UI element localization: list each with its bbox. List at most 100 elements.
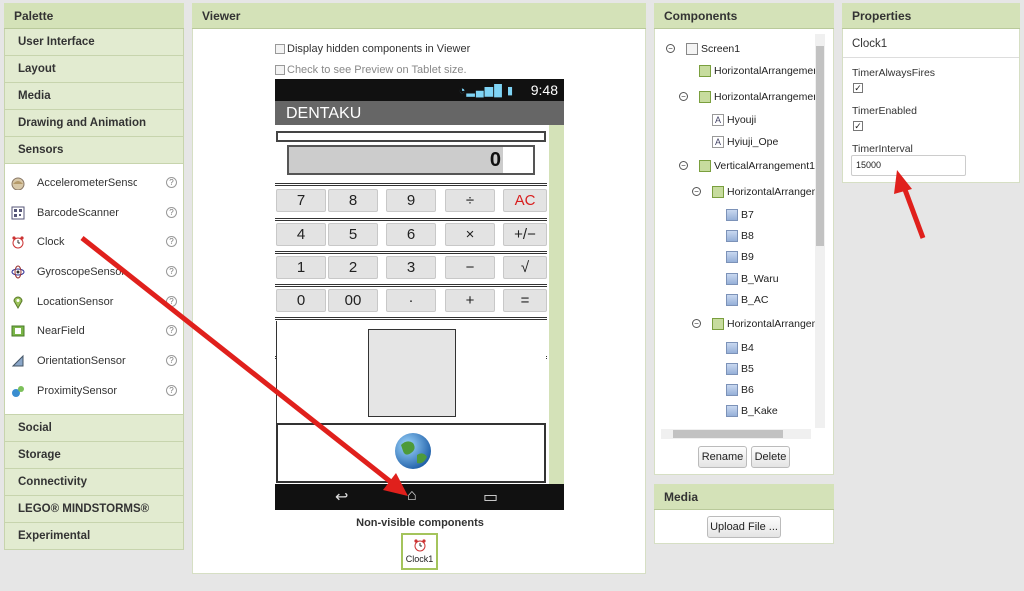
palette-item-clock[interactable]: Clock ? xyxy=(5,227,183,257)
home-icon[interactable]: ⌂ xyxy=(407,487,417,505)
key-3[interactable]: 3 xyxy=(386,256,436,279)
tree-item-b9[interactable]: B9 xyxy=(726,248,754,266)
tree-item-b7[interactable]: B7 xyxy=(726,206,754,224)
collapse-toggle[interactable]: − xyxy=(679,92,688,101)
help-icon[interactable]: ? xyxy=(166,325,177,337)
properties-panel: Properties Clock1 TimerAlwaysFires ✓ Tim… xyxy=(842,3,1020,183)
palette-item-proximity[interactable]: ProximitySensor ? xyxy=(5,376,183,406)
help-icon[interactable]: ? xyxy=(166,236,177,248)
key-0[interactable]: 0 xyxy=(276,289,326,312)
scroll-thumb[interactable] xyxy=(816,46,824,246)
tree-item-harr2[interactable]: HorizontalArrangement2 xyxy=(699,88,817,106)
tree-item-varr1[interactable]: VerticalArrangement1 xyxy=(699,157,815,175)
category-storage[interactable]: Storage xyxy=(4,442,184,469)
collapse-toggle[interactable]: − xyxy=(666,44,675,53)
delete-button[interactable]: Delete xyxy=(751,446,790,468)
palette-item-gyroscope[interactable]: GyroscopeSensor ? xyxy=(5,257,183,287)
key-6[interactable]: 6 xyxy=(386,223,436,246)
palette-item-accelerometer[interactable]: AccelerometerSensor ? xyxy=(5,168,183,198)
category-layout[interactable]: Layout xyxy=(4,56,184,83)
key-1[interactable]: 1 xyxy=(276,256,326,279)
tablet-preview-checkbox[interactable] xyxy=(275,65,285,75)
display-hidden-checkbox[interactable] xyxy=(275,44,285,54)
recent-apps-icon[interactable]: ▭ xyxy=(483,487,498,507)
label-icon: A xyxy=(712,136,724,148)
component-tree: − Screen1 HorizontalArrangement1 − Horiz… xyxy=(655,34,817,428)
scroll-thumb[interactable] xyxy=(673,430,783,438)
display-value: 0 xyxy=(489,149,501,171)
tree-item-harr4[interactable]: HorizontalArrangement4 xyxy=(712,315,817,333)
category-drawing-animation[interactable]: Drawing and Animation xyxy=(4,110,184,137)
category-experimental[interactable]: Experimental xyxy=(4,523,184,550)
key-8[interactable]: 8 xyxy=(328,189,378,212)
tree-item-b6[interactable]: B6 xyxy=(726,381,754,399)
timer-always-fires-checkbox[interactable]: ✓ xyxy=(853,83,863,93)
palette-item-orientation[interactable]: OrientationSensor ? xyxy=(5,346,183,376)
tree-item-hyiuji-ope[interactable]: A Hyiuji_Ope xyxy=(712,133,778,151)
key-7[interactable]: 7 xyxy=(276,189,326,212)
collapse-toggle[interactable]: − xyxy=(692,187,701,196)
tree-item-harr1[interactable]: HorizontalArrangement1 xyxy=(699,62,817,80)
key-4[interactable]: 4 xyxy=(276,223,326,246)
selected-component-name: Clock1 xyxy=(852,38,888,50)
horizontal-arrangement-1[interactable] xyxy=(276,131,546,142)
key-divide[interactable]: ÷ xyxy=(445,189,495,212)
help-icon[interactable]: ? xyxy=(166,206,177,218)
divider xyxy=(843,57,1019,58)
tree-vertical-scrollbar[interactable] xyxy=(815,34,825,428)
timer-interval-input[interactable]: 15000 xyxy=(851,155,966,176)
tree-item-b5[interactable]: B5 xyxy=(726,360,754,378)
category-user-interface[interactable]: User Interface xyxy=(4,29,184,56)
key-sign[interactable]: +/− xyxy=(503,223,547,246)
screen-scroll-edge xyxy=(549,125,564,484)
globe-arrangement[interactable] xyxy=(276,423,546,483)
key-minus[interactable]: − xyxy=(445,256,495,279)
back-icon[interactable]: ↩ xyxy=(335,487,348,507)
tree-item-b4[interactable]: B4 xyxy=(726,339,754,357)
tree-horizontal-scrollbar[interactable] xyxy=(661,429,811,439)
category-sensors[interactable]: Sensors xyxy=(4,137,184,164)
rename-button[interactable]: Rename xyxy=(698,446,747,468)
key-9[interactable]: 9 xyxy=(386,189,436,212)
key-ac[interactable]: AC xyxy=(503,189,547,212)
display-field[interactable]: 0 xyxy=(287,145,535,175)
palette-item-location[interactable]: LocationSensor ? xyxy=(5,287,183,317)
key-2[interactable]: 2 xyxy=(328,256,378,279)
image-placeholder[interactable] xyxy=(368,329,456,417)
key-decimal[interactable]: · xyxy=(386,289,436,312)
upload-file-button[interactable]: Upload File ... xyxy=(707,516,781,538)
help-icon[interactable]: ? xyxy=(166,266,177,278)
viewer-panel: Viewer Display hidden components in View… xyxy=(192,3,646,574)
key-00[interactable]: 00 xyxy=(328,289,378,312)
tree-item-b-waru[interactable]: B_Waru xyxy=(726,270,779,288)
key-5[interactable]: 5 xyxy=(328,223,378,246)
help-icon[interactable]: ? xyxy=(166,384,177,396)
nonvisible-clock1[interactable]: Clock1 xyxy=(401,533,438,570)
palette-item-nearfield[interactable]: NearField ? xyxy=(5,316,183,346)
collapse-toggle[interactable]: − xyxy=(679,161,688,170)
key-plus[interactable]: + xyxy=(445,289,495,312)
horizontal-arrangement-icon xyxy=(699,65,711,77)
display-hidden-row[interactable]: Display hidden components in Viewer xyxy=(275,43,470,55)
tree-item-label: B7 xyxy=(741,209,754,221)
timer-enabled-checkbox[interactable]: ✓ xyxy=(853,121,863,131)
help-icon[interactable]: ? xyxy=(166,177,177,188)
help-icon[interactable]: ? xyxy=(166,355,177,367)
key-sqrt[interactable]: √ xyxy=(503,256,547,279)
category-social[interactable]: Social xyxy=(4,415,184,442)
category-connectivity[interactable]: Connectivity xyxy=(4,469,184,496)
palette-item-barcode[interactable]: BarcodeScanner ? xyxy=(5,198,183,228)
tree-item-harr3[interactable]: HorizontalArrangement3 xyxy=(712,183,817,201)
tree-item-screen1[interactable]: Screen1 xyxy=(686,40,740,58)
category-lego-mindstorms[interactable]: LEGO® MINDSTORMS® xyxy=(4,496,184,523)
category-media[interactable]: Media xyxy=(4,83,184,110)
tree-item-b-ac[interactable]: B_AC xyxy=(726,291,768,309)
tree-item-b8[interactable]: B8 xyxy=(726,227,754,245)
key-multiply[interactable]: × xyxy=(445,223,495,246)
tree-item-b-kake[interactable]: B_Kake xyxy=(726,402,778,420)
tablet-preview-row[interactable]: Check to see Preview on Tablet size. xyxy=(275,64,467,76)
tree-item-hyouji[interactable]: A Hyouji xyxy=(712,111,756,129)
collapse-toggle[interactable]: − xyxy=(692,319,701,328)
key-equals[interactable]: = xyxy=(503,289,547,312)
help-icon[interactable]: ? xyxy=(166,295,177,307)
